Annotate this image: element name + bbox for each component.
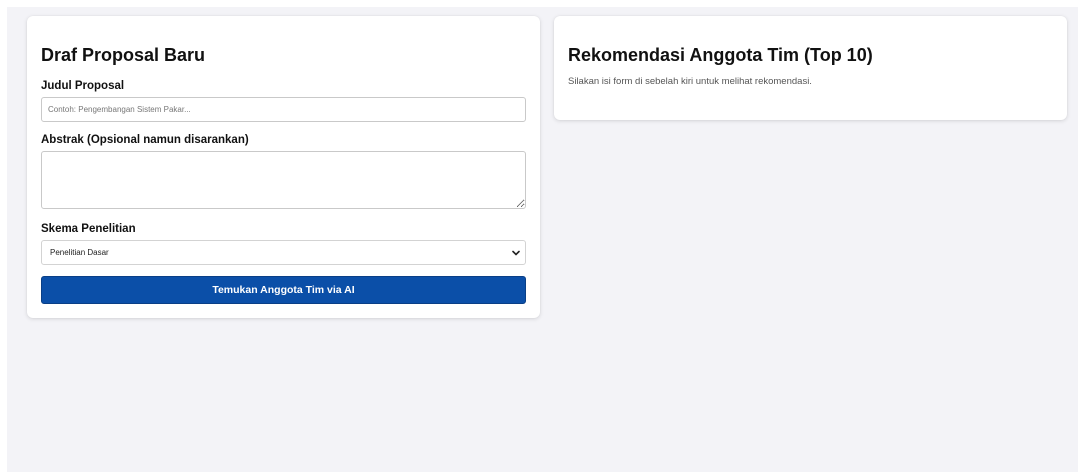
chevron-down-icon (512, 250, 520, 256)
judul-label: Judul Proposal (41, 80, 125, 92)
form-title: Draf Proposal Baru (41, 45, 206, 65)
recommendation-title: Rekomendasi Anggota Tim (Top 10) (568, 45, 873, 65)
recommendation-hint: Silakan isi form di sebelah kiri untuk m… (568, 76, 812, 87)
recommendation-card: Rekomendasi Anggota Tim (Top 10) Silakan… (554, 16, 1067, 120)
skema-selected-value: Penelitian Dasar (50, 248, 109, 257)
abstrak-label: Abstrak (Opsional namun disarankan) (41, 134, 249, 146)
abstrak-textarea[interactable] (41, 151, 526, 209)
find-team-button[interactable]: Temukan Anggota Tim via AI (41, 276, 526, 304)
skema-penelitian-select[interactable]: Penelitian Dasar (41, 240, 526, 265)
find-team-button-label: Temukan Anggota Tim via AI (212, 284, 355, 296)
skema-label: Skema Penelitian (41, 223, 136, 235)
proposal-form-card: Draf Proposal Baru Judul Proposal Abstra… (27, 16, 540, 318)
judul-proposal-input[interactable] (41, 97, 526, 122)
